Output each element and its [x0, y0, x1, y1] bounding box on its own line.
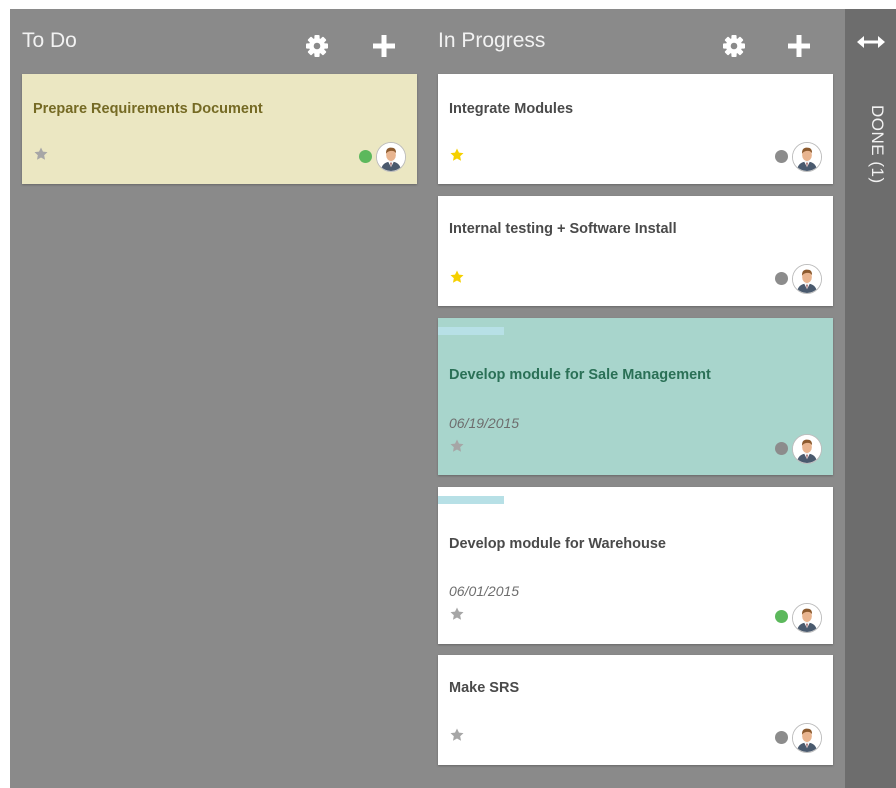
status-dot [775, 272, 788, 285]
card-title: Make SRS [449, 680, 520, 696]
column-header-todo: To Do [10, 9, 426, 73]
column-done-folded[interactable]: DONE (1) [845, 9, 896, 788]
horizontal-arrows-icon[interactable] [857, 34, 885, 50]
star-icon[interactable] [33, 146, 49, 162]
column-header-in-progress: In Progress [426, 9, 846, 73]
task-card[interactable]: Make SRS [438, 655, 833, 765]
status-dot [775, 150, 788, 163]
card-title: Internal testing + Software Install [449, 221, 677, 237]
card-title: Prepare Requirements Document [33, 101, 263, 117]
status-dot [775, 731, 788, 744]
status-dot [775, 442, 788, 455]
avatar[interactable] [792, 603, 822, 633]
avatar[interactable] [792, 434, 822, 464]
card-title: Develop module for Sale Management [449, 367, 711, 383]
task-card[interactable]: Prepare Requirements Document [22, 74, 417, 184]
status-dot [775, 610, 788, 623]
avatar[interactable] [792, 723, 822, 753]
star-icon[interactable] [449, 269, 465, 285]
task-card[interactable]: Develop module for Warehouse 06/01/2015 [438, 487, 833, 644]
gear-icon[interactable] [304, 33, 330, 59]
star-icon[interactable] [449, 727, 465, 743]
card-deadline: 06/01/2015 [449, 583, 520, 599]
card-deadline: 06/19/2015 [449, 415, 520, 431]
column-title-in-progress: In Progress [438, 29, 546, 52]
card-title: Develop module for Warehouse [449, 536, 666, 552]
task-card[interactable]: Integrate Modules [438, 74, 833, 184]
plus-icon[interactable] [786, 33, 812, 59]
task-card[interactable]: Develop module for Sale Management 06/19… [438, 318, 833, 475]
card-title: Integrate Modules [449, 101, 574, 117]
star-icon[interactable] [449, 438, 465, 454]
priority-bar [438, 327, 504, 335]
column-title-todo: To Do [22, 29, 77, 52]
kanban-board: To Do Prepare Requirements Document In P… [10, 9, 896, 788]
gear-icon[interactable] [721, 33, 747, 59]
avatar[interactable] [376, 142, 406, 172]
star-icon[interactable] [449, 606, 465, 622]
priority-bar [438, 496, 504, 504]
task-card[interactable]: Internal testing + Software Install [438, 196, 833, 306]
star-icon[interactable] [449, 147, 465, 163]
column-title-done[interactable]: DONE (1) [857, 105, 887, 184]
status-dot [359, 150, 372, 163]
plus-icon[interactable] [371, 33, 397, 59]
avatar[interactable] [792, 264, 822, 294]
avatar[interactable] [792, 142, 822, 172]
